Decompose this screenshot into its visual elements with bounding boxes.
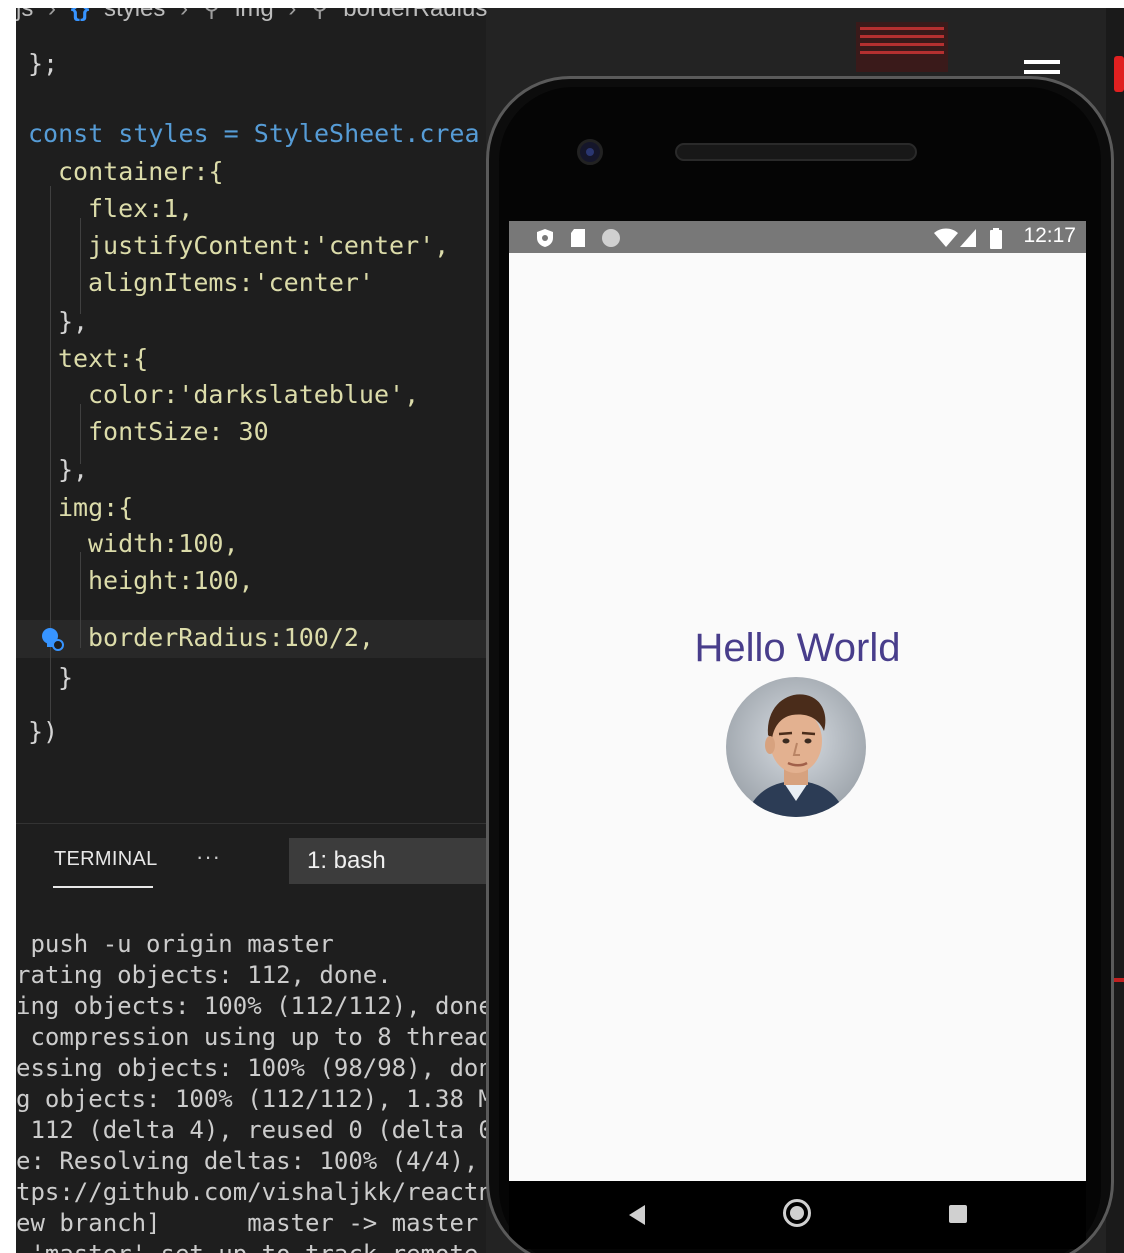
terminal-line: rating objects: 112, done. [16, 961, 392, 989]
android-emulator: 12:17 Hello World [486, 76, 1114, 1253]
wrench-icon: ⚲ [202, 8, 221, 22]
chevron-right-icon: › [48, 8, 57, 22]
terminal-line: g objects: 100% (112/112), 1.38 M [16, 1085, 493, 1113]
navigation-bar [509, 1181, 1086, 1249]
active-tab-indicator [53, 886, 153, 888]
code-line[interactable]: borderRadius:100/2, [88, 620, 374, 656]
code-line[interactable]: container:{ [58, 154, 224, 190]
terminal-line: e: Resolving deltas: 100% (4/4), d [16, 1147, 508, 1175]
chevron-right-icon: › [288, 8, 297, 22]
terminal-line: 'master' set up to track remote [16, 1239, 478, 1253]
home-icon[interactable] [783, 1199, 811, 1227]
code-line[interactable]: justifyContent:'center', [88, 228, 449, 264]
object-icon: {} [70, 8, 90, 22]
sd-card-icon [571, 229, 585, 247]
breadcrumb-item-img[interactable]: img [235, 8, 274, 22]
profile-avatar [726, 677, 866, 817]
code-line[interactable]: } [58, 660, 73, 696]
terminal-shell-select[interactable]: 1: bash [289, 838, 489, 884]
minimap-thumbnail[interactable] [856, 22, 948, 72]
sync-icon [602, 229, 620, 247]
breadcrumb-item-js[interactable]: js [16, 8, 33, 22]
terminal-line: push -u origin master [16, 930, 334, 958]
terminal-panel: TERMINAL ··· 1: bash push -u origin mast… [16, 823, 507, 1253]
battery-icon [990, 228, 1002, 249]
code-line[interactable]: fontSize: 30 [88, 414, 269, 450]
hello-text: Hello World [694, 626, 901, 670]
recent-apps-icon[interactable] [949, 1205, 967, 1223]
code-editor[interactable]: }; const styles = StyleSheet.crea contai… [16, 28, 486, 823]
more-actions-icon[interactable]: ··· [196, 844, 221, 870]
code-line[interactable]: img:{ [58, 490, 133, 526]
terminal-line: essing objects: 100% (98/98), done [16, 1054, 508, 1082]
lightbulb-icon[interactable] [40, 626, 64, 652]
wifi-icon [934, 228, 958, 247]
code-line[interactable]: const styles = StyleSheet.crea [28, 116, 480, 152]
code-line[interactable]: flex:1, [88, 191, 193, 227]
code-line[interactable]: }; [28, 46, 58, 82]
phone-display[interactable]: 12:17 Hello World [509, 221, 1086, 1181]
breadcrumb: js › {} styles › ⚲ img › ⚲ borderRadius [16, 8, 976, 22]
status-bar: 12:17 [509, 221, 1086, 253]
terminal-line: ing objects: 100% (112/112), done. [16, 992, 508, 1020]
speaker-grille [675, 143, 917, 161]
wrench-icon: ⚲ [311, 8, 329, 22]
tab-terminal[interactable]: TERMINAL [54, 848, 158, 871]
breadcrumb-item-borderradius[interactable]: borderRadius [343, 8, 487, 22]
camera-icon [577, 139, 603, 165]
code-line[interactable]: }) [28, 714, 58, 750]
red-indicator-icon [1114, 56, 1124, 92]
terminal-line: tps://github.com/vishaljkk/reactna [16, 1178, 508, 1206]
code-line[interactable]: text:{ [58, 341, 148, 377]
back-icon[interactable] [629, 1205, 645, 1225]
status-time: 12:17 [1023, 224, 1076, 247]
breadcrumb-item-styles[interactable]: styles [104, 8, 165, 22]
code-line[interactable]: alignItems:'center' [88, 265, 374, 301]
terminal-line: compression using up to 8 threads [16, 1023, 508, 1051]
code-line[interactable]: }, [58, 304, 88, 340]
code-line[interactable]: }, [58, 452, 88, 488]
desktop-screen: js › {} styles › ⚲ img › ⚲ borderRadius … [16, 8, 1124, 1253]
terminal-line: ew branch] master -> master [16, 1209, 479, 1237]
code-line[interactable]: width:100, [88, 526, 239, 562]
signal-icon [960, 229, 976, 247]
code-line[interactable]: color:'darkslateblue', [88, 377, 419, 413]
chevron-right-icon: › [180, 8, 189, 22]
terminal-line: 112 (delta 4), reused 0 (delta 0) [16, 1116, 508, 1144]
shield-icon [537, 229, 553, 247]
indent-guide [80, 552, 81, 648]
code-line[interactable]: height:100, [88, 563, 254, 599]
indent-guide [80, 218, 81, 314]
